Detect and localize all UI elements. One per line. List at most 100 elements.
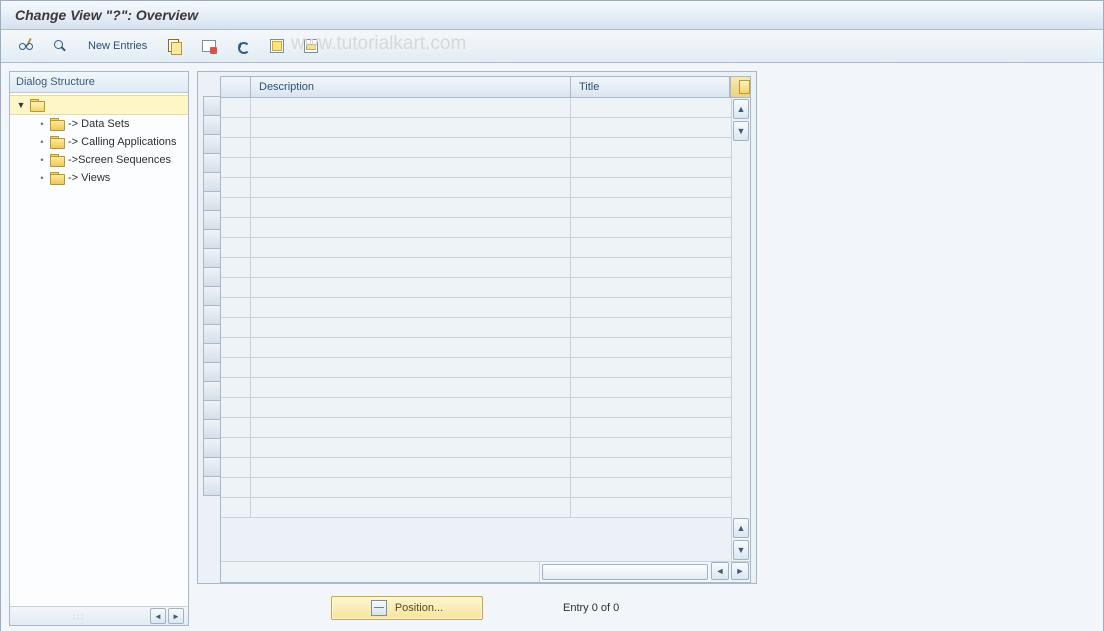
row-selector-button[interactable]: [203, 115, 221, 135]
grid-header-description[interactable]: Description: [251, 77, 571, 97]
cell-description[interactable]: [251, 98, 571, 117]
select-block-button[interactable]: [296, 34, 326, 58]
row-selector-button[interactable]: [203, 362, 221, 382]
cell-description[interactable]: [251, 438, 571, 457]
cell-title[interactable]: [571, 298, 731, 317]
scroll-track[interactable]: [732, 142, 750, 517]
cell-title[interactable]: [571, 278, 731, 297]
table-row[interactable]: [221, 458, 731, 478]
table-row[interactable]: [221, 438, 731, 458]
scroll-up-step-button[interactable]: ▲: [733, 518, 749, 538]
table-row[interactable]: [221, 338, 731, 358]
cell-title[interactable]: [571, 418, 731, 437]
row-selector-button[interactable]: [203, 153, 221, 173]
cell-description[interactable]: [251, 478, 571, 497]
row-marker-cell[interactable]: [221, 318, 251, 337]
cell-title[interactable]: [571, 258, 731, 277]
cell-description[interactable]: [251, 238, 571, 257]
row-marker-cell[interactable]: [221, 278, 251, 297]
find-button[interactable]: [45, 34, 75, 58]
tree-item-views[interactable]: • -> Views: [10, 169, 188, 187]
cell-description[interactable]: [251, 378, 571, 397]
cell-title[interactable]: [571, 358, 731, 377]
row-marker-cell[interactable]: [221, 458, 251, 477]
row-marker-cell[interactable]: [221, 358, 251, 377]
cell-description[interactable]: [251, 278, 571, 297]
toggle-display-change-button[interactable]: [11, 34, 41, 58]
cell-title[interactable]: [571, 198, 731, 217]
cell-title[interactable]: [571, 338, 731, 357]
hscroll-left-button[interactable]: ◄: [711, 562, 729, 580]
row-marker-cell[interactable]: [221, 478, 251, 497]
row-selector-button[interactable]: [203, 134, 221, 154]
hscroll-right-button[interactable]: ►: [731, 562, 749, 580]
cell-description[interactable]: [251, 418, 571, 437]
row-marker-cell[interactable]: [221, 238, 251, 257]
cell-title[interactable]: [571, 138, 731, 157]
grid-config-button[interactable]: [730, 77, 750, 97]
delete-button[interactable]: [194, 34, 224, 58]
row-selector-button[interactable]: [203, 229, 221, 249]
scroll-down-button[interactable]: ▼: [733, 540, 749, 560]
cell-description[interactable]: [251, 158, 571, 177]
copy-button[interactable]: [160, 34, 190, 58]
row-marker-cell[interactable]: [221, 398, 251, 417]
tree-item-data-sets[interactable]: • -> Data Sets: [10, 115, 188, 133]
cell-title[interactable]: [571, 478, 731, 497]
row-marker-cell[interactable]: [221, 498, 251, 517]
grid-header-selector[interactable]: [221, 77, 251, 97]
table-row[interactable]: [221, 158, 731, 178]
cell-title[interactable]: [571, 98, 731, 117]
tree-item-screen-sequences[interactable]: • ->Screen Sequences: [10, 151, 188, 169]
cell-description[interactable]: [251, 218, 571, 237]
cell-title[interactable]: [571, 498, 731, 517]
row-marker-cell[interactable]: [221, 218, 251, 237]
row-selector-button[interactable]: [203, 324, 221, 344]
select-all-button[interactable]: [262, 34, 292, 58]
row-marker-cell[interactable]: [221, 178, 251, 197]
tree-item-calling-applications[interactable]: • -> Calling Applications: [10, 133, 188, 151]
grid-vertical-scrollbar[interactable]: ▲ ▼ ▲ ▼: [731, 98, 750, 561]
table-row[interactable]: [221, 378, 731, 398]
row-selector-button[interactable]: [203, 96, 221, 116]
table-row[interactable]: [221, 298, 731, 318]
row-marker-cell[interactable]: [221, 138, 251, 157]
table-row[interactable]: [221, 498, 731, 518]
scroll-up-button[interactable]: ▲: [733, 99, 749, 119]
table-row[interactable]: [221, 138, 731, 158]
table-row[interactable]: [221, 198, 731, 218]
row-selector-button[interactable]: [203, 286, 221, 306]
cell-title[interactable]: [571, 158, 731, 177]
table-row[interactable]: [221, 258, 731, 278]
tree-scroll-right-button[interactable]: ►: [168, 608, 184, 624]
table-row[interactable]: [221, 118, 731, 138]
hscroll-track[interactable]: [539, 562, 710, 582]
table-row[interactable]: [221, 98, 731, 118]
row-marker-cell[interactable]: [221, 338, 251, 357]
table-row[interactable]: [221, 178, 731, 198]
grid-header-title[interactable]: Title: [571, 77, 730, 97]
table-row[interactable]: [221, 318, 731, 338]
table-row[interactable]: [221, 278, 731, 298]
tree-root[interactable]: ▼: [10, 95, 188, 115]
row-selector-button[interactable]: [203, 400, 221, 420]
cell-title[interactable]: [571, 398, 731, 417]
cell-description[interactable]: [251, 258, 571, 277]
row-selector-button[interactable]: [203, 343, 221, 363]
cell-description[interactable]: [251, 458, 571, 477]
row-selector-button[interactable]: [203, 438, 221, 458]
cell-description[interactable]: [251, 198, 571, 217]
position-button[interactable]: Position...: [331, 596, 483, 620]
cell-description[interactable]: [251, 498, 571, 517]
row-selector-button[interactable]: [203, 172, 221, 192]
cell-description[interactable]: [251, 338, 571, 357]
grid-horizontal-scrollbar[interactable]: ◄ ►: [221, 561, 750, 582]
cell-title[interactable]: [571, 378, 731, 397]
cell-title[interactable]: [571, 218, 731, 237]
cell-description[interactable]: [251, 398, 571, 417]
table-row[interactable]: [221, 398, 731, 418]
cell-description[interactable]: [251, 318, 571, 337]
row-selector-button[interactable]: [203, 457, 221, 477]
row-selector-button[interactable]: [203, 381, 221, 401]
row-selector-button[interactable]: [203, 191, 221, 211]
